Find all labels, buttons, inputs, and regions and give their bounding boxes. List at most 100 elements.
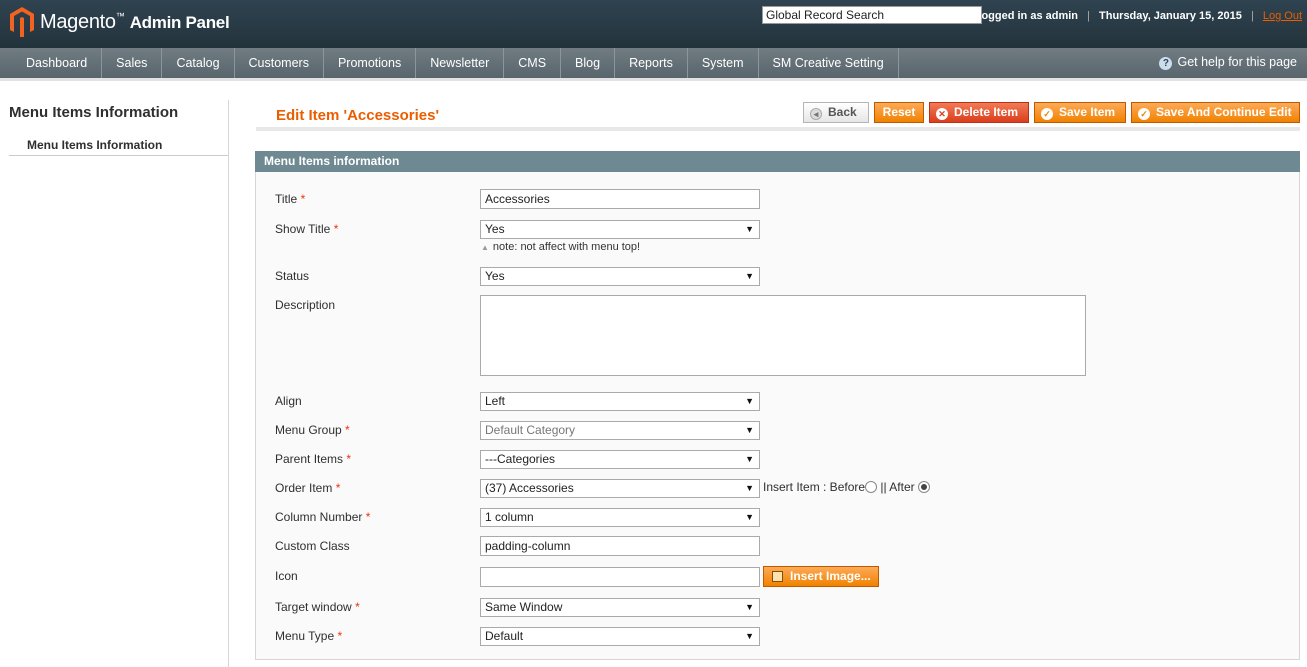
order-item-label: Order Item * — [275, 481, 341, 495]
magento-logo-icon — [10, 7, 34, 37]
insert-position-group: Insert Item : Before || After — [763, 480, 930, 494]
target-window-value: Same Window — [485, 600, 563, 614]
help-label: Get help for this page — [1177, 55, 1297, 69]
insert-image-button[interactable]: Insert Image... — [763, 566, 879, 587]
column-number-label: Column Number * — [275, 510, 371, 524]
status-select[interactable]: Yes ▼ — [480, 267, 760, 286]
nav-newsletter[interactable]: Newsletter — [416, 48, 505, 78]
menu-group-label: Menu Group * — [275, 423, 350, 437]
back-label: Back — [828, 105, 857, 119]
sidebar: Menu Items Information Menu Items Inform… — [0, 100, 229, 667]
nav-blog[interactable]: Blog — [561, 48, 616, 78]
brand-subtitle: Admin Panel — [129, 13, 230, 32]
nav-reports[interactable]: Reports — [615, 48, 688, 78]
insert-separator: || — [880, 480, 887, 494]
order-item-select[interactable]: (37) Accessories ▼ — [480, 479, 760, 498]
required-mark: * — [335, 481, 341, 495]
description-textarea[interactable] — [480, 295, 1086, 376]
required-mark: * — [345, 423, 350, 437]
show-title-select[interactable]: Yes ▼ — [480, 220, 760, 239]
logged-in-label: Logged in as admin — [974, 10, 1079, 22]
sidebar-tab-menu-items-information[interactable]: Menu Items Information — [9, 131, 228, 156]
dropdown-arrow-icon: ▼ — [745, 631, 754, 641]
brand-title: Magento™ Admin Panel — [40, 11, 230, 34]
image-icon — [772, 571, 783, 582]
column-number-value: 1 column — [485, 510, 534, 524]
delete-icon: ✕ — [936, 108, 948, 120]
required-mark: * — [333, 222, 339, 236]
required-mark: * — [355, 600, 360, 614]
separator: | — [1250, 10, 1254, 22]
check-icon: ✓ — [1138, 108, 1150, 120]
insert-before-label: Insert Item : Before — [763, 480, 866, 494]
menu-type-label: Menu Type * — [275, 629, 343, 643]
dropdown-arrow-icon: ▼ — [745, 271, 754, 281]
target-window-label: Target window * — [275, 600, 360, 614]
custom-class-input[interactable] — [480, 536, 760, 556]
dropdown-arrow-icon: ▼ — [745, 483, 754, 493]
trademark: ™ — [115, 11, 125, 21]
sidebar-tab-label: Menu Items Information — [27, 138, 163, 152]
column-number-select[interactable]: 1 column ▼ — [480, 508, 760, 527]
menu-type-value: Default — [485, 629, 524, 643]
save-item-button[interactable]: ✓ Save Item — [1034, 102, 1126, 123]
logout-link[interactable]: Log Out — [1263, 10, 1302, 22]
dropdown-arrow-icon: ▼ — [745, 602, 754, 612]
icon-label: Icon — [275, 569, 298, 583]
nav-promotions[interactable]: Promotions — [324, 48, 417, 78]
show-title-label: Show Title * — [275, 222, 339, 236]
save-continue-label: Save And Continue Edit — [1156, 105, 1292, 119]
main-nav: Dashboard Sales Catalog Customers Promot… — [0, 48, 1307, 81]
order-item-value: (37) Accessories — [485, 481, 574, 495]
custom-class-label: Custom Class — [275, 539, 350, 553]
delete-item-button[interactable]: ✕ Delete Item — [929, 102, 1029, 123]
parent-items-value: ---Categories — [485, 452, 556, 466]
title-divider — [256, 127, 1300, 131]
align-select[interactable]: Left ▼ — [480, 392, 760, 411]
note-triangle-icon: ▲ — [481, 243, 489, 252]
insert-image-label: Insert Image... — [790, 569, 871, 583]
parent-items-label: Parent Items * — [275, 452, 352, 466]
insert-after-radio[interactable] — [917, 481, 930, 493]
nav-system[interactable]: System — [688, 48, 759, 78]
save-continue-button[interactable]: ✓ Save And Continue Edit — [1131, 102, 1300, 123]
required-mark: * — [365, 510, 371, 524]
nav-sm-creative-setting[interactable]: SM Creative Setting — [759, 48, 899, 78]
insert-after-label: After — [889, 480, 915, 494]
back-button[interactable]: ◂ Back — [803, 102, 869, 123]
title-input[interactable] — [480, 189, 760, 209]
required-mark: * — [346, 452, 352, 466]
nav-customers[interactable]: Customers — [235, 48, 324, 78]
admin-header: Magento™ Admin Panel Logged in as admin … — [0, 0, 1307, 48]
align-value: Left — [485, 394, 506, 408]
nav-cms[interactable]: CMS — [504, 48, 562, 78]
parent-items-select[interactable]: ---Categories ▼ — [480, 450, 760, 469]
help-link[interactable]: ? Get help for this page — [1159, 55, 1297, 70]
target-window-select[interactable]: Same Window ▼ — [480, 598, 760, 617]
required-mark: * — [300, 192, 306, 206]
menu-type-select[interactable]: Default ▼ — [480, 627, 760, 646]
current-date: Thursday, January 15, 2015 — [1099, 10, 1242, 22]
description-label: Description — [275, 298, 336, 312]
show-title-value: Yes — [485, 222, 505, 236]
nav-catalog[interactable]: Catalog — [162, 48, 235, 78]
back-arrow-icon: ◂ — [810, 108, 822, 120]
menu-group-select[interactable]: Default Category ▼ — [480, 421, 760, 440]
title-label: Title * — [275, 192, 306, 206]
section-header: Menu Items information — [255, 151, 1300, 172]
status-value: Yes — [485, 269, 505, 283]
menu-group-value: Default Category — [485, 423, 576, 437]
show-title-note: ▲ note: not affect with menu top! — [481, 241, 640, 253]
question-icon: ? — [1159, 57, 1173, 70]
header-links: Logged in as admin | Thursday, January 1… — [975, 10, 1302, 22]
icon-input[interactable] — [480, 567, 760, 587]
check-icon: ✓ — [1041, 108, 1053, 120]
align-label: Align — [275, 394, 302, 408]
global-search-input[interactable] — [762, 6, 982, 24]
insert-before-radio[interactable] — [865, 481, 878, 493]
nav-dashboard[interactable]: Dashboard — [12, 48, 103, 78]
separator: | — [1087, 10, 1090, 22]
reset-button[interactable]: Reset — [874, 102, 924, 123]
dropdown-arrow-icon: ▼ — [745, 224, 754, 234]
nav-sales[interactable]: Sales — [102, 48, 163, 78]
